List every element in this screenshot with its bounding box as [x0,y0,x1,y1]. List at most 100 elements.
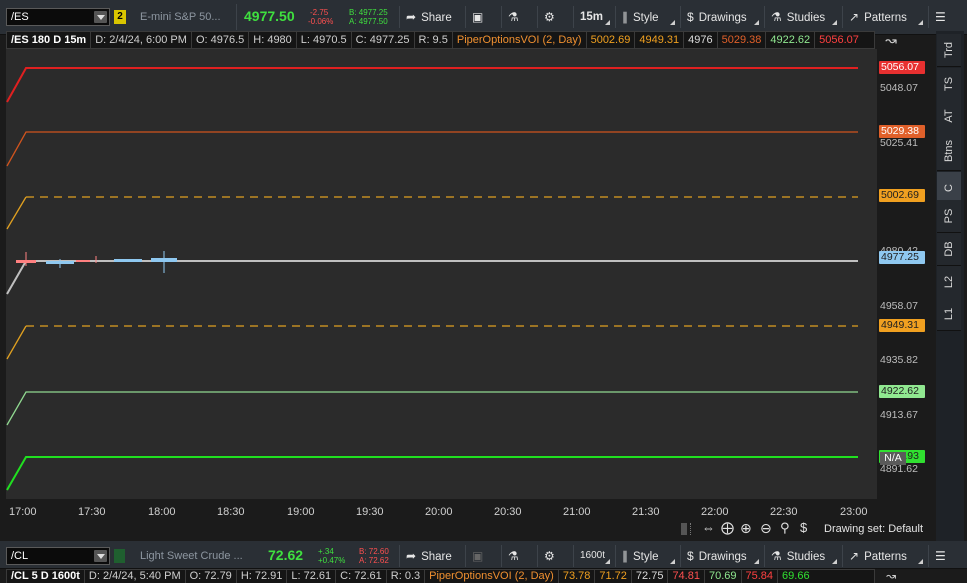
info-date: D: 2/4/24, 6:00 PM [91,32,192,48]
link-badge[interactable]: 2 [114,10,126,24]
link-badge[interactable] [114,549,125,563]
line-mid [6,260,858,295]
dollar-icon[interactable]: $ [800,520,807,535]
timeframe-button[interactable]: 1600t [573,545,613,567]
bottom-chart-info-bar: /CL 5 D 1600t D: 2/4/24, 5:40 PM O: 72.79 H… [6,569,875,583]
side-tab-l1[interactable]: L1 [937,298,961,331]
line-lower-3 [6,456,858,491]
patterns-button[interactable]: ↗ Patterns [842,545,926,567]
zoom-in-icon[interactable]: ⊕ [740,520,752,537]
symbol-selector[interactable]: /CL [6,547,110,565]
patterns-icon: ↗ [849,10,860,24]
studies-button[interactable]: ⚗ Studies [764,545,840,567]
candles-icon: ∥ [622,549,628,563]
patterns-icon: ↗ [849,549,860,563]
x-tick-label: 20:00 [425,506,453,518]
side-tab-ps[interactable]: PS [937,200,961,233]
chart-mode-icon[interactable]: ↝ [880,569,902,583]
zoom-out-icon[interactable]: ⊖ [760,520,772,537]
candle [76,260,90,262]
line-upper-3 [6,67,858,103]
symbol-description: E-mini S&P 50... [140,11,221,23]
side-tab-db[interactable]: DB [937,233,961,266]
net-change: +.34 [318,547,334,556]
info-range: R: 9.5 [415,32,453,48]
style-button[interactable]: ∥ Style [615,6,678,28]
chart-area[interactable] [6,49,877,499]
timeframe-button[interactable]: 15m [573,6,613,28]
bid-price: B: 72.60 [359,547,389,556]
dropdown-corner-icon [827,559,837,564]
price-marker-yellow: 5002.69 [879,189,925,202]
info-low: L: 4970.5 [297,32,352,48]
side-tab-btns[interactable]: Btns [937,132,961,171]
info-high: H: 72.91 [237,570,288,583]
bottom-toolbar: /CL Light Sweet Crude ... 72.62 +.34 +0.… [0,541,967,569]
snapshot-button[interactable]: ▣ [465,545,499,567]
dropdown-corner-icon [600,20,610,25]
x-tick-label: 20:30 [494,506,522,518]
side-tab-label: TS [943,76,955,92]
snapshot-button[interactable]: ▣ [465,6,499,28]
side-tab-at[interactable]: AT [937,100,961,133]
side-tab-ts[interactable]: TS [937,68,961,101]
share-button[interactable]: ➦ Share [399,545,463,567]
chart-mode-icon[interactable]: ↝ [880,31,902,49]
dropdown-corner-icon [665,559,675,564]
y-tick-label: 4935.82 [880,354,918,366]
scroll-handle[interactable] [681,523,687,535]
y-tick-label: 4913.67 [880,409,918,421]
flask-icon: ⚗ [508,10,519,24]
symbol-description: Light Sweet Crude ... [140,550,243,562]
pan-arrows-icon[interactable]: ⇔ [702,520,715,535]
x-tick-label: 17:30 [78,506,106,518]
camera-icon: ▣ [472,549,484,563]
info-range: R: 0.3 [387,570,426,583]
x-tick-label: 18:00 [148,506,176,518]
dropdown-corner-icon [665,20,675,25]
study-value: 5002.69 [587,32,636,48]
flask-button[interactable]: ⚗ [501,545,535,567]
menu-button[interactable]: ☰ [928,6,964,28]
drawing-set-label[interactable]: Drawing set: Default [824,523,923,535]
crosshair-icon[interactable]: ⨁ [721,520,734,536]
share-button[interactable]: ➦ Share [399,6,463,28]
chevron-down-icon[interactable] [94,550,107,562]
drawings-label: Drawings [698,551,747,563]
line-lower-1-rise [6,325,27,360]
camera-icon: ▣ [472,10,484,24]
x-tick-label: 19:00 [287,506,315,518]
x-tick-label: 18:30 [217,506,245,518]
study-value: 5029.38 [718,32,767,48]
flask-button[interactable]: ⚗ [501,6,535,28]
dropdown-corner-icon [913,559,923,564]
side-tab-trd[interactable]: Trd [937,34,961,67]
side-tab-l2[interactable]: L2 [937,266,961,299]
study-value: 4922.62 [766,32,816,48]
line-lower-2 [6,391,858,426]
price-marker-red: 5056.07 [879,61,925,74]
chevron-down-icon[interactable] [94,11,107,23]
studies-button[interactable]: ⚗ Studies [764,6,840,28]
gear-icon: ⚙ [544,10,555,24]
symbol-selector[interactable]: /ES [6,8,110,26]
bid-price: B: 4977.25 [349,8,388,17]
x-tick-label: 19:30 [356,506,384,518]
style-button[interactable]: ∥ Style [615,545,678,567]
dollar-icon: $ [687,549,694,563]
study-value: 5056.07 [819,34,859,46]
chart-title: /CL 5 D 1600t [7,570,85,583]
price-marker-orange: 5029.38 [879,125,925,138]
drawings-button[interactable]: $ Drawings [680,545,762,567]
settings-button[interactable]: ⚙ [537,6,571,28]
settings-button[interactable]: ⚙ [537,545,571,567]
y-tick-label: 4958.07 [880,300,918,312]
drawings-button[interactable]: $ Drawings [680,6,762,28]
side-tab-label: L1 [943,307,955,321]
y-tick-label: 5048.07 [880,82,918,94]
candles-icon: ∥ [622,10,628,24]
menu-button[interactable]: ☰ [928,545,964,567]
patterns-button[interactable]: ↗ Patterns [842,6,926,28]
study-name: PiperOptionsVOI (2, Day) [425,570,559,583]
zoom-box-icon[interactable]: ⚲ [780,520,790,536]
